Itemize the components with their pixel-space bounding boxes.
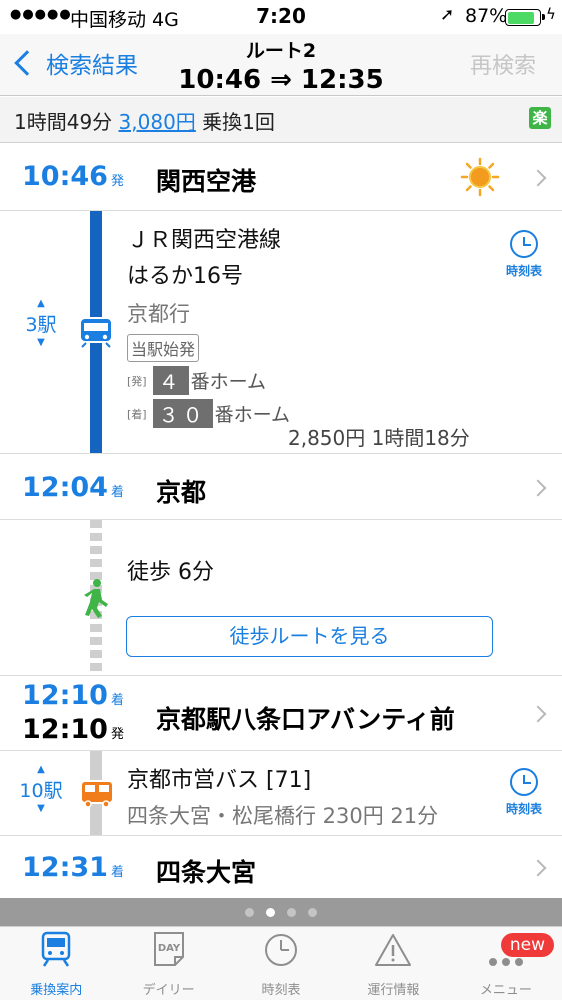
arrival-time: 12:04 着: [22, 472, 124, 503]
train-fare-time: 2,850円 1時間18分: [288, 426, 470, 450]
station-row-kyoto[interactable]: 12:04 着 京都: [0, 453, 562, 520]
page-dot[interactable]: [308, 907, 317, 917]
stops-expander[interactable]: ▲ 10駅 ▼: [18, 764, 64, 815]
station-name: 京都駅八条口アバンティ前: [156, 705, 455, 734]
bus-segment-info: 京都市営バス [71] 四条大宮・松尾橋行 230円 21分: [127, 762, 438, 830]
chevron-right-icon: [529, 169, 547, 187]
station-name: 京都: [156, 478, 207, 507]
train-direction: 京都行: [127, 302, 190, 326]
page-dot[interactable]: [245, 907, 254, 917]
timetable-button[interactable]: 時刻表: [500, 230, 548, 279]
tab-timetable[interactable]: 時刻表: [225, 927, 337, 1000]
total-duration: 1時間49分: [14, 110, 113, 134]
walk-route-button[interactable]: 徒歩ルートを見る: [126, 616, 493, 657]
rakuten-icon[interactable]: 楽: [529, 107, 551, 129]
svg-text:DAY: DAY: [157, 943, 180, 954]
tab-bar: 乗換案内 DAY デイリー 時刻表 運行情報 メニュー new: [0, 926, 562, 1000]
more-icon: [488, 958, 523, 966]
arrival-time: 12:10 着: [22, 680, 124, 711]
departure-time: 12:10 発: [22, 714, 124, 745]
status-bar: ●●●●● 中国移动 4G 7:20 ➚ 87% ϟ: [0, 0, 562, 34]
location-arrow-icon: ➚: [440, 5, 455, 25]
station-name: 関西空港: [156, 167, 257, 196]
tab-menu[interactable]: メニュー new: [450, 927, 562, 1000]
research-button[interactable]: 再検索: [470, 48, 536, 80]
departure-platform: [発] ４ 番ホーム: [127, 366, 290, 395]
bus-line-name: 京都市営バス [71]: [127, 768, 312, 793]
stops-expander[interactable]: ▲ 3駅 ▼: [18, 298, 64, 349]
train-name: はるか16号: [127, 264, 243, 289]
train-icon: [41, 931, 71, 967]
daily-calendar-icon: DAY: [153, 932, 184, 966]
clock-icon: [265, 934, 298, 966]
clock-icon: [510, 230, 538, 258]
bus-detail: 四条大宮・松尾橋行 230円 21分: [127, 804, 439, 828]
train-segment-info: ＪＲ関西空港線 はるか16号 京都行 当駅始発 [発] ４ 番ホーム [着] ３…: [127, 222, 290, 428]
origin-badge: 当駅始発: [127, 334, 200, 362]
battery-percent: 87%: [465, 5, 508, 27]
bolt-icon: ϟ: [546, 5, 556, 23]
navigation-bar: 検索結果 ルート2 10:46 ⇒ 12:35 再検索: [0, 34, 562, 96]
line-name: ＪＲ関西空港線: [127, 228, 282, 253]
battery-icon: [505, 9, 545, 26]
walking-person-icon: [84, 579, 108, 618]
tab-daily[interactable]: DAY デイリー: [112, 927, 224, 1000]
timetable-button[interactable]: 時刻表: [500, 768, 548, 817]
bus-icon: [80, 780, 114, 808]
tab-transfer[interactable]: 乗換案内: [0, 927, 112, 1000]
chevron-right-icon: [529, 705, 547, 723]
arrival-platform: [着] ３０ 番ホーム: [127, 399, 290, 428]
transfer-count: 乗換1回: [202, 110, 275, 134]
station-name: 四条大宮: [156, 858, 257, 887]
page-indicator[interactable]: [0, 898, 562, 926]
route-summary: 1時間49分 3,080円 乗換1回 楽: [0, 97, 562, 143]
chevron-right-icon: [529, 859, 547, 877]
new-badge: new: [500, 933, 555, 957]
total-fare-link[interactable]: 3,080円: [119, 110, 196, 134]
station-row-kansai-airport[interactable]: 10:46 発 関西空港: [0, 144, 562, 211]
station-row-shijo-omiya[interactable]: 12:31 着 四条大宮: [0, 835, 562, 899]
sun-icon: [460, 157, 500, 197]
tab-service-info[interactable]: 運行情報: [337, 927, 449, 1000]
page-dot[interactable]: [287, 907, 296, 917]
departure-time: 10:46 発: [22, 161, 124, 192]
clock-icon: [510, 768, 538, 796]
station-row-hachijo-avanti[interactable]: 12:10 着 12:10 発 京都駅八条口アバンティ前: [0, 675, 562, 751]
chevron-right-icon: [529, 479, 547, 497]
arrival-time: 12:31 着: [22, 852, 124, 883]
page-dot-active[interactable]: [266, 907, 275, 917]
warning-icon: [375, 934, 412, 966]
train-icon: [79, 317, 113, 348]
walk-info: 徒歩 6分: [127, 560, 214, 585]
